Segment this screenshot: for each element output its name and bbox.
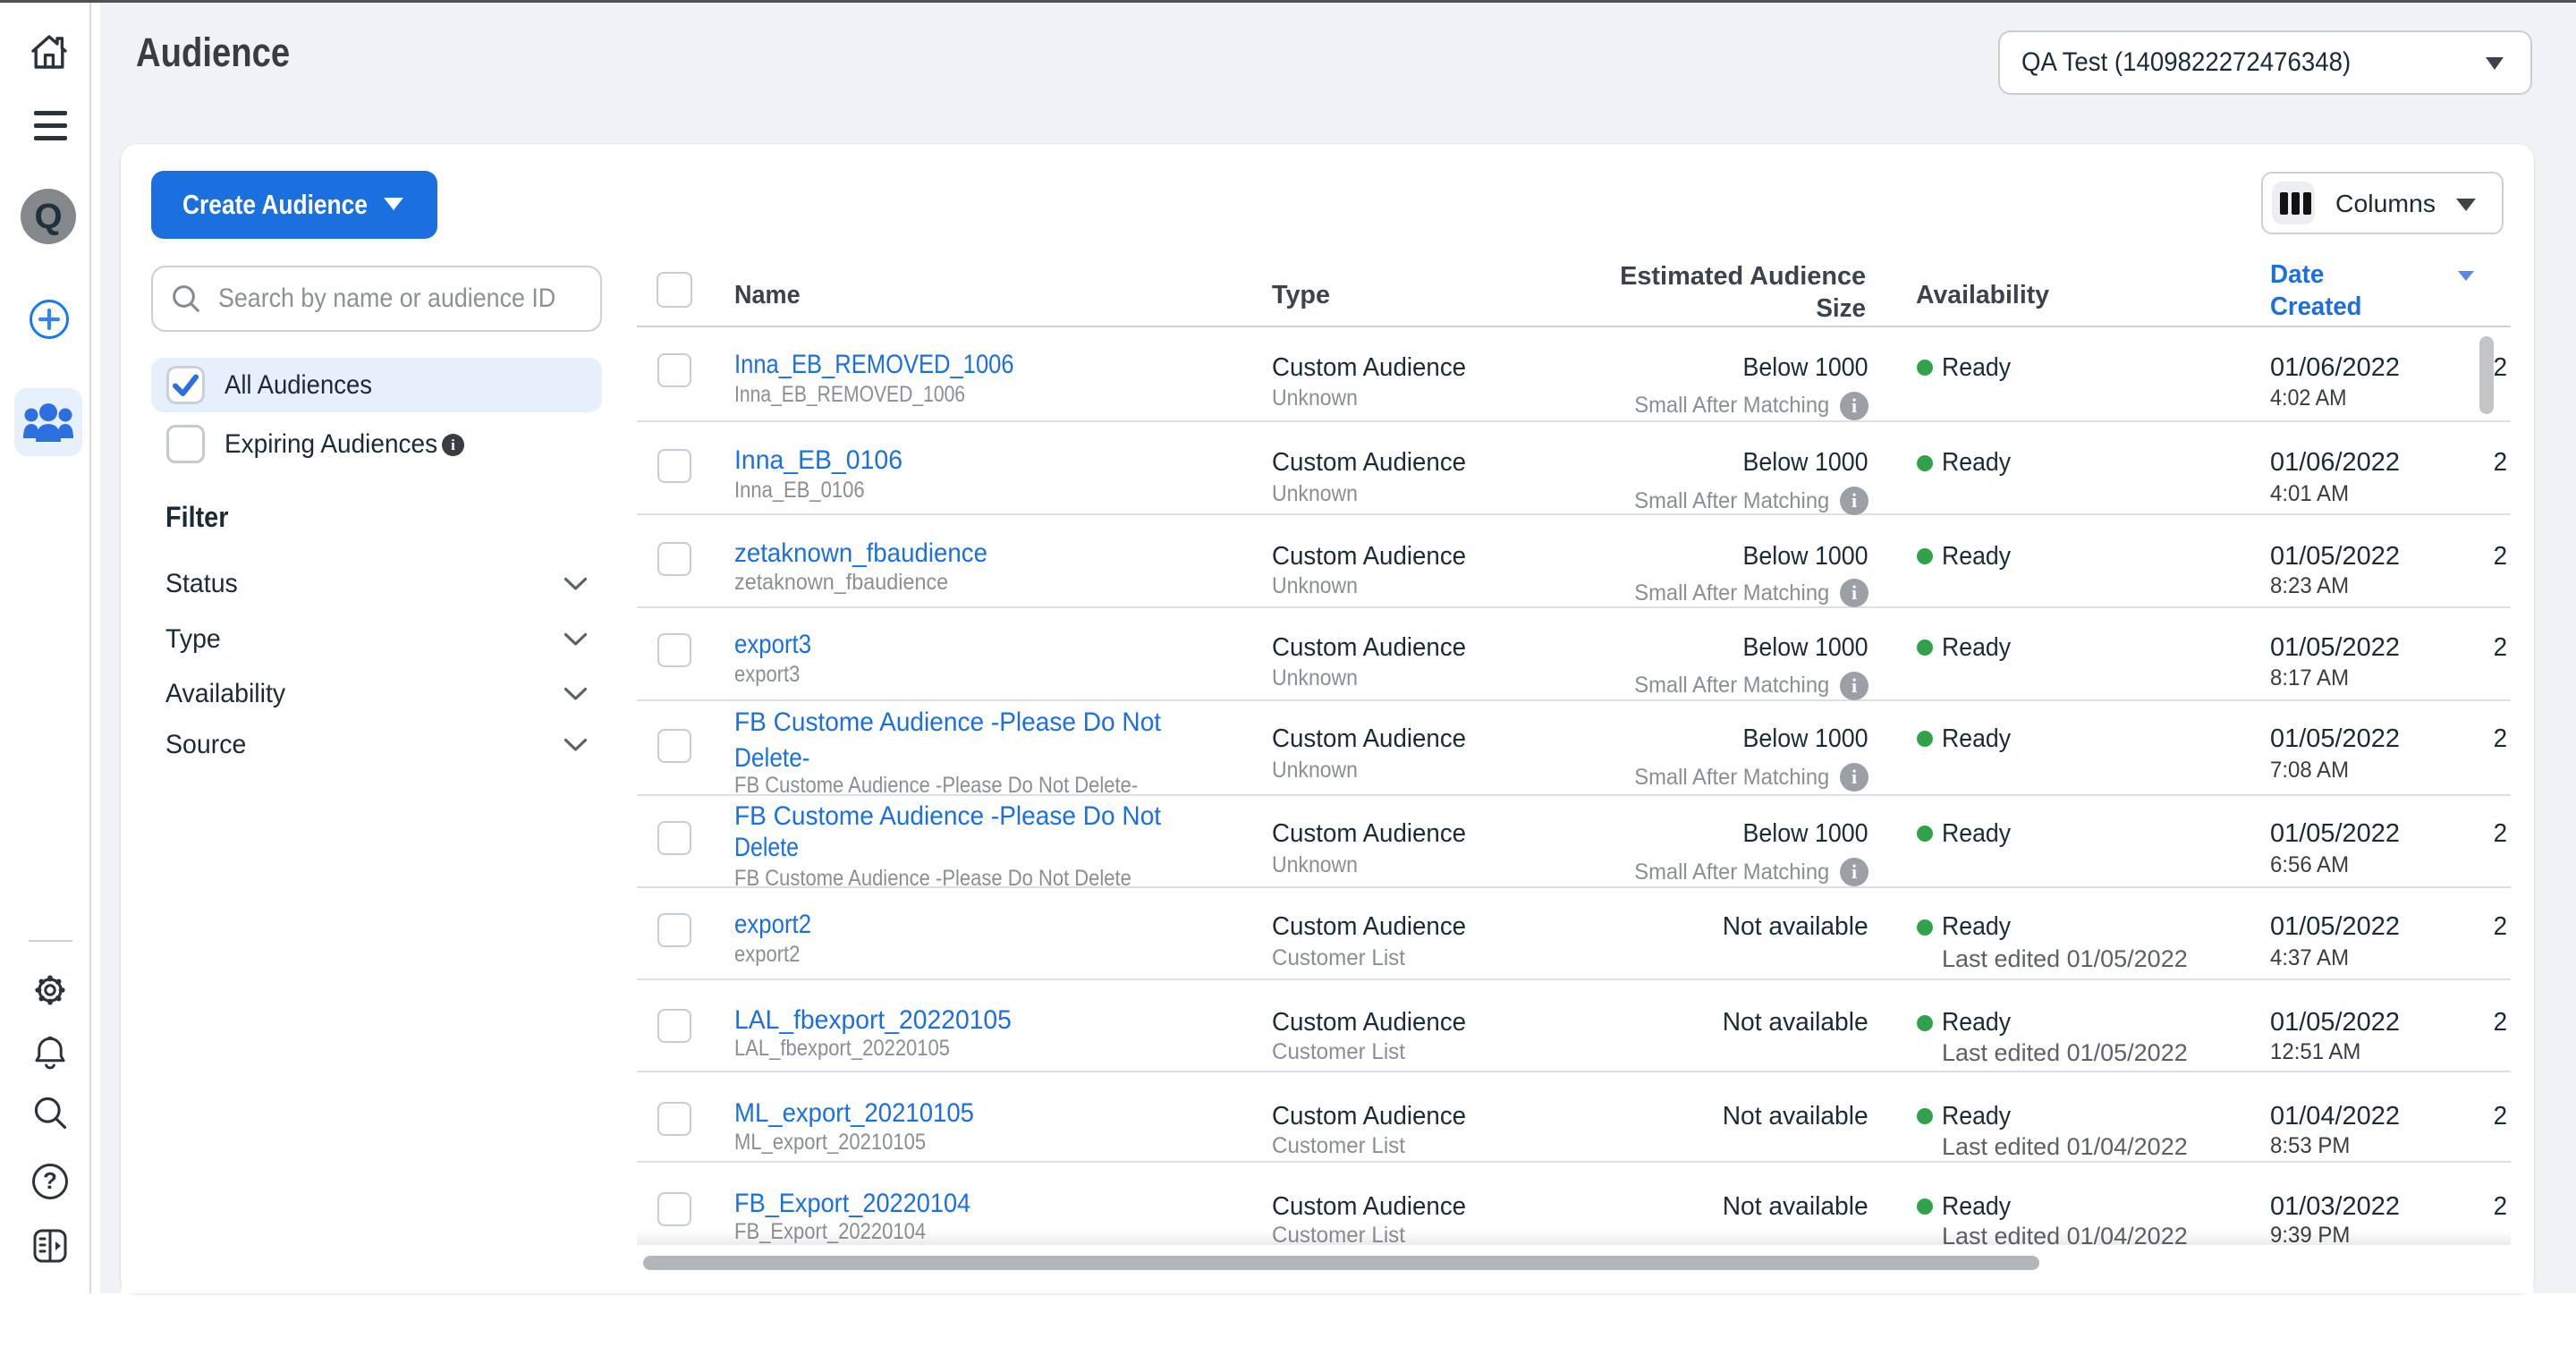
svg-text:?: ? xyxy=(43,1167,57,1194)
